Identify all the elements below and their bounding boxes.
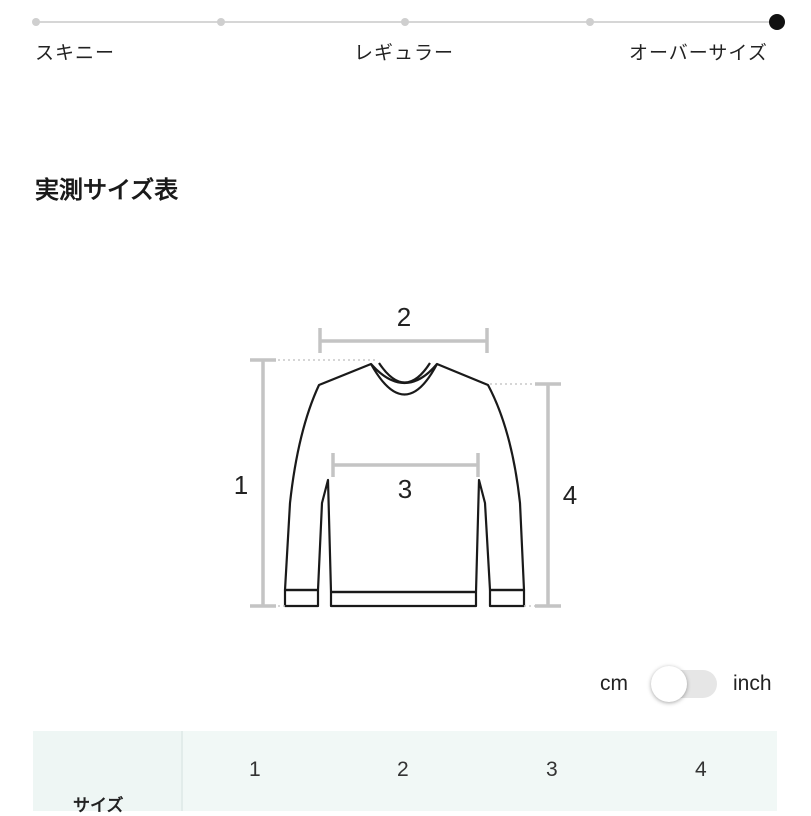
measure-label-3: 3 xyxy=(398,474,412,504)
unit-label-cm: cm xyxy=(600,672,628,695)
measure-line-1 xyxy=(250,358,276,608)
size-table-label-column: サイズ xyxy=(33,731,183,816)
size-table-col-4: 4 xyxy=(695,758,707,781)
size-table-col-3: 3 xyxy=(546,758,558,781)
unit-toggle-knob[interactable] xyxy=(651,666,687,702)
measure-line-4 xyxy=(535,382,561,608)
size-row-label: サイズ xyxy=(73,796,124,816)
size-table: サイズ 1 2 3 4 xyxy=(33,731,777,816)
size-table-col-1: 1 xyxy=(249,758,261,781)
size-table-col-2: 2 xyxy=(397,758,409,781)
measure-label-4: 4 xyxy=(563,480,577,510)
unit-label-inch: inch xyxy=(733,672,772,695)
unit-toggle-switch[interactable] xyxy=(651,666,717,702)
measure-label-2: 2 xyxy=(397,302,411,332)
measure-label-1: 1 xyxy=(234,470,248,500)
